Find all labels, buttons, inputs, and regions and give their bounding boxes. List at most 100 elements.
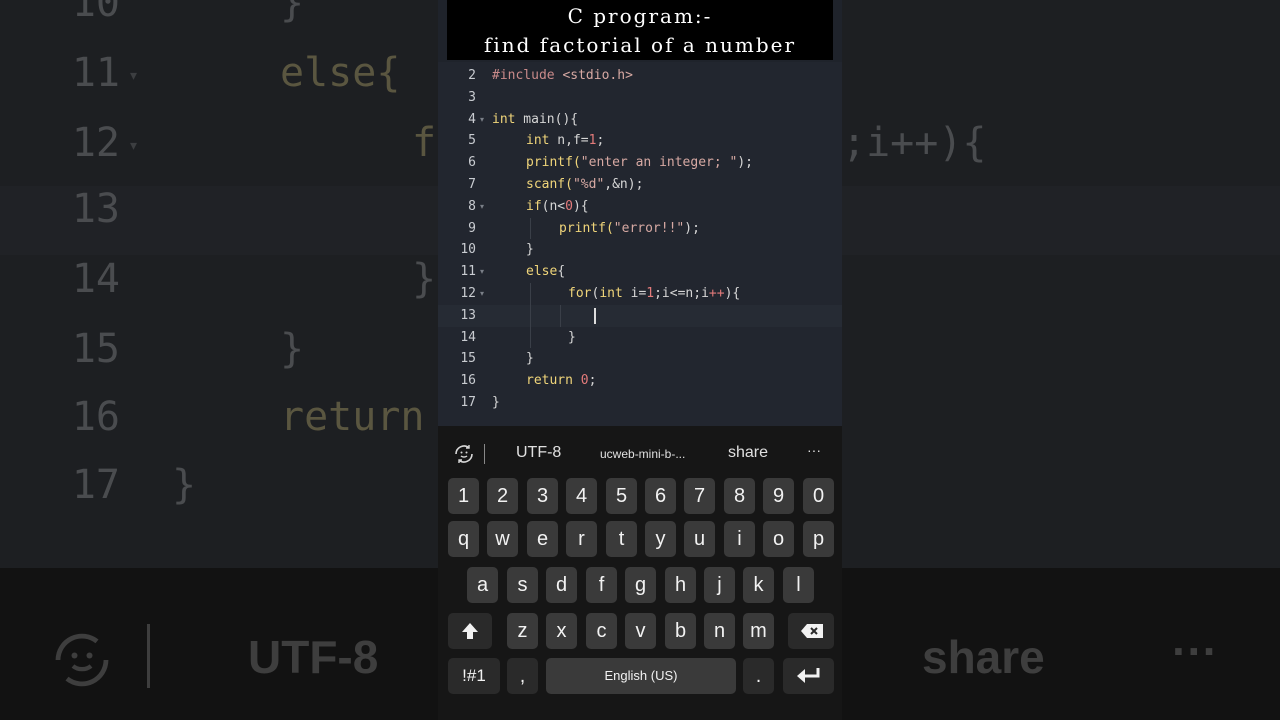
key-y[interactable]: y [645,521,676,557]
share-button[interactable]: share [728,444,768,462]
key-a[interactable]: a [467,567,498,603]
code-text: int main(){ [492,111,579,127]
code-line: 17 } [438,392,842,414]
code-text: } [526,351,534,367]
key-j[interactable]: j [704,567,735,603]
line-number: 2 [468,68,476,83]
indent-guide [530,304,531,327]
bg-code: f [412,120,437,166]
key-d[interactable]: d [546,567,577,603]
key-o[interactable]: o [763,521,794,557]
fold-arrow-icon[interactable]: ▾ [480,109,484,131]
bg-code: } [172,462,197,508]
key-x[interactable]: x [546,613,577,649]
bg-share: share [922,631,1045,683]
more-options-button[interactable]: ··· [807,442,821,458]
code-line: 14 } [438,326,842,349]
comma-key[interactable]: , [507,658,538,694]
key-u[interactable]: u [684,521,715,557]
caption-line-1: C program:- [567,4,713,28]
key-3[interactable]: 3 [527,478,558,514]
bg-encoding: UTF-8 [248,631,379,683]
bg-line-number: 14 [71,256,120,302]
code-text: #include <stdio.h> [492,68,633,83]
bg-line-number: 15 [71,326,120,372]
line-number: 12 [460,286,476,301]
encoding-button[interactable]: UTF-8 [516,444,561,462]
on-screen-keyboard: UTF-8 ucweb-mini-b-... share ··· 1 2 3 4… [438,426,842,720]
code-text: } [568,329,576,345]
code-line: 15 } [438,348,842,370]
line-number: 9 [468,220,476,236]
key-b[interactable]: b [665,613,696,649]
key-q[interactable]: q [448,521,479,557]
backspace-key[interactable] [788,613,834,649]
bg-line-number: 11 [71,50,120,96]
key-9[interactable]: 9 [763,478,794,514]
code-text: scanf("%d",&n); [526,177,644,192]
bg-more: ··· [1172,625,1218,677]
key-z[interactable]: z [507,613,538,649]
key-l[interactable]: l [783,567,814,603]
key-7[interactable]: 7 [684,478,715,514]
key-t[interactable]: t [606,521,637,557]
code-line: 3 [438,87,842,109]
bg-line-number: 17 [71,462,120,508]
app-suggestion-button[interactable]: ucweb-mini-b-... [600,447,685,461]
key-n[interactable]: n [704,613,735,649]
bg-code: } [280,326,305,372]
key-r[interactable]: r [566,521,597,557]
key-f[interactable]: f [586,567,617,603]
line-number: 16 [460,373,476,389]
key-0[interactable]: 0 [803,478,834,514]
enter-key[interactable] [783,658,834,694]
key-i[interactable]: i [724,521,755,557]
symbols-key[interactable]: !#1 [448,658,500,694]
fold-arrow-icon[interactable]: ▾ [480,283,484,305]
refresh-emoji-icon [55,633,109,687]
line-number: 17 [460,395,476,410]
fold-arrow-icon[interactable]: ▾ [480,196,484,218]
key-v[interactable]: v [625,613,656,649]
bg-line-number: 10 [71,0,120,26]
key-8[interactable]: 8 [724,478,755,514]
key-c[interactable]: c [586,613,617,649]
code-text: printf("enter an integer; "); [526,155,753,171]
bg-code: return [280,394,425,440]
shift-key[interactable] [448,613,492,649]
code-text: if(n<0){ [526,198,589,214]
code-text: int n,f=1; [526,133,605,149]
key-5[interactable]: 5 [606,478,637,514]
line-number: 8 [468,198,476,214]
line-number: 14 [460,329,476,345]
indent-guide [530,217,531,240]
space-bar[interactable]: English (US) [546,658,736,694]
code-editor[interactable]: 2 #include <stdio.h> 3 4 ▾ int main(){ 5… [438,62,842,426]
line-number: 11 [460,264,476,280]
key-2[interactable]: 2 [487,478,518,514]
key-p[interactable]: p [803,521,834,557]
line-number: 10 [460,242,476,258]
key-w[interactable]: w [487,521,518,557]
key-k[interactable]: k [743,567,774,603]
period-key[interactable]: . [743,658,774,694]
bg-code: } [412,256,437,302]
key-h[interactable]: h [665,567,696,603]
refresh-emoji-icon[interactable] [452,442,476,466]
bg-line-number: 16 [71,394,120,440]
key-m[interactable]: m [743,613,774,649]
fold-icon: ▾ [130,68,138,84]
key-e[interactable]: e [527,521,558,557]
line-number: 5 [468,133,476,149]
text-cursor [594,307,596,324]
key-4[interactable]: 4 [566,478,597,514]
line-number: 6 [468,155,476,171]
key-6[interactable]: 6 [645,478,676,514]
code-line-active: 13 [438,304,842,327]
phone-screen: C program:- find factorial of a number 2… [438,0,842,720]
key-s[interactable]: s [507,567,538,603]
indent-guide [530,283,531,305]
fold-arrow-icon[interactable]: ▾ [480,261,484,283]
key-1[interactable]: 1 [448,478,479,514]
key-g[interactable]: g [625,567,656,603]
